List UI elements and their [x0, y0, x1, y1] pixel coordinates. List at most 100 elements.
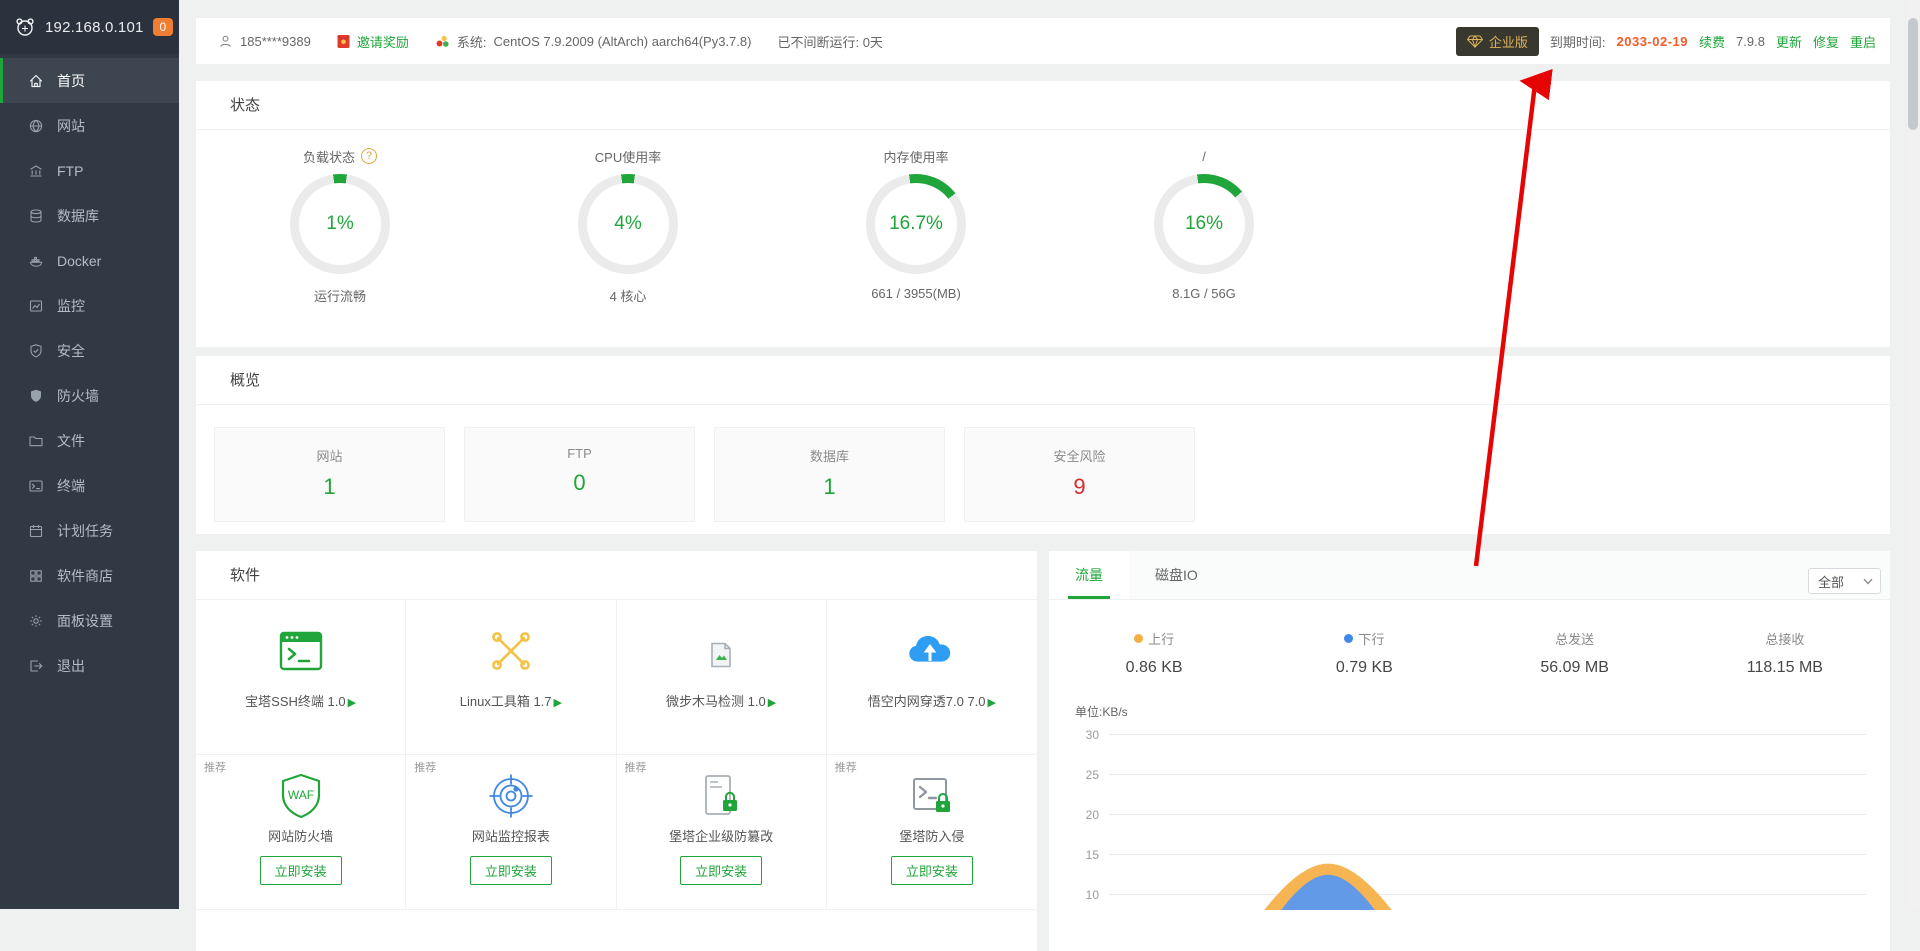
overview-card-database[interactable]: 数据库 1 [714, 427, 945, 522]
update-link[interactable]: 更新 [1776, 32, 1802, 51]
traffic-chart: 单位:KB/s 30 25 20 15 10 [1073, 703, 1870, 910]
app-waf[interactable]: 推荐 WAF 网站防火墙 立即安装 [196, 755, 406, 910]
diamond-icon [1467, 35, 1483, 48]
toolbox-icon [488, 630, 534, 676]
stat-value: 118.15 MB [1680, 659, 1890, 677]
message-count-badge[interactable]: 0 [153, 18, 174, 36]
overview-cards: 网站 1 FTP 0 数据库 1 安全风险 9 [196, 405, 1890, 522]
disk-gauge-ring: 16% [1154, 174, 1254, 274]
help-icon[interactable]: ? [361, 148, 377, 164]
app-monitor-report[interactable]: 推荐 网站监控报表 立即安装 [406, 755, 616, 910]
sidebar-item-home[interactable]: 首页 [0, 58, 179, 103]
app-trojan-scan[interactable]: 微步木马检测 1.0▶ [617, 600, 827, 755]
disk-gauge: / 16% 8.1G / 56G [1060, 145, 1348, 305]
stat-upstream: 上行 0.86 KB [1049, 629, 1259, 677]
recommend-tag: 推荐 [204, 759, 226, 775]
sidebar-item-label: 计划任务 [57, 521, 113, 541]
sidebar-item-appstore[interactable]: 软件商店 [0, 553, 179, 598]
recommend-tag: 推荐 [835, 759, 857, 775]
app-run-icon[interactable]: ▶ [348, 697, 356, 709]
sidebar-item-label: 文件 [57, 431, 85, 451]
panel-version: 7.9.8 [1736, 34, 1765, 49]
overview-card-value: 9 [965, 474, 1194, 500]
renew-link[interactable]: 续费 [1699, 32, 1725, 51]
ssh-terminal-icon [278, 630, 324, 676]
cpu-gauge-sub: 4 核心 [484, 286, 772, 305]
tab-disk-io[interactable]: 磁盘IO [1129, 551, 1224, 599]
sidebar-item-docker[interactable]: Docker [0, 238, 179, 283]
stat-downstream: 下行 0.79 KB [1259, 629, 1469, 677]
invite-reward-link[interactable]: 邀请奖励 [337, 32, 409, 51]
traffic-filter-select[interactable]: 全部 [1808, 568, 1881, 594]
load-gauge-ring: 1% [290, 174, 390, 274]
sidebar-item-security[interactable]: 安全 [0, 328, 179, 373]
overview-card-risk[interactable]: 安全风险 9 [964, 427, 1195, 522]
user-account[interactable]: 185****9389 [218, 34, 311, 49]
sidebar-item-logout[interactable]: 退出 [0, 643, 179, 688]
sidebar-item-settings[interactable]: 面板设置 [0, 598, 179, 643]
sidebar-item-label: 退出 [57, 656, 85, 676]
sidebar-item-website[interactable]: 网站 [0, 103, 179, 148]
software-grid: 宝塔SSH终端 1.0▶ Linux工具箱 1.7▶ [196, 600, 1037, 910]
edition-badge[interactable]: 企业版 [1456, 27, 1539, 56]
terminal-icon [27, 478, 44, 494]
install-button[interactable]: 立即安装 [680, 856, 762, 885]
sidebar-item-cron[interactable]: 计划任务 [0, 508, 179, 553]
memory-gauge-ring: 16.7% [866, 174, 966, 274]
software-section: 软件 宝塔SSH终端 1.0▶ Linux工具箱 [196, 551, 1037, 951]
app-version: 1.0 [328, 694, 346, 709]
app-name: 堡塔防入侵 [827, 826, 1037, 845]
chart-unit-label: 单位:KB/s [1075, 703, 1870, 720]
system-label: 系统: [457, 32, 487, 51]
gear-icon [27, 613, 44, 629]
stat-value: 0.86 KB [1049, 659, 1259, 677]
install-button[interactable]: 立即安装 [260, 856, 342, 885]
software-title: 软件 [196, 551, 1037, 600]
firewall-shield-icon [27, 388, 44, 404]
calendar-icon [27, 523, 44, 539]
sidebar-item-terminal[interactable]: 终端 [0, 463, 179, 508]
install-button[interactable]: 立即安装 [891, 856, 973, 885]
app-tunnel[interactable]: 悟空内网穿透7.0 7.0▶ [827, 600, 1037, 755]
app-run-icon[interactable]: ▶ [988, 697, 996, 709]
shield-check-icon [27, 343, 44, 359]
repair-link[interactable]: 修复 [1813, 32, 1839, 51]
tab-traffic[interactable]: 流量 [1049, 551, 1129, 599]
cpu-gauge: CPU使用率 4% 4 核心 [484, 145, 772, 305]
sidebar-item-monitor[interactable]: 监控 [0, 283, 179, 328]
topbar: 185****9389 邀请奖励 系统: CentOS 7.9.2009 (Al… [196, 18, 1890, 64]
sidebar-item-files[interactable]: 文件 [0, 418, 179, 463]
app-ssh-terminal[interactable]: 宝塔SSH终端 1.0▶ [196, 600, 406, 755]
restart-link[interactable]: 重启 [1850, 32, 1876, 51]
overview-card-ftp[interactable]: FTP 0 [464, 427, 695, 522]
stat-value: 56.09 MB [1470, 659, 1680, 677]
cpu-gauge-value: 4% [578, 174, 678, 274]
sidebar-item-ftp[interactable]: FTP [0, 148, 179, 193]
sidebar-item-database[interactable]: 数据库 [0, 193, 179, 238]
sidebar-item-label: 数据库 [57, 206, 99, 226]
ftp-icon [27, 163, 44, 179]
database-icon [27, 208, 44, 224]
sidebar-item-label: 监控 [57, 296, 85, 316]
overview-card-website[interactable]: 网站 1 [214, 427, 445, 522]
expire-date: 2033-02-19 [1617, 34, 1689, 49]
expire-label: 到期时间: [1550, 32, 1606, 51]
chevron-down-icon [1863, 578, 1873, 585]
overview-card-label: FTP [465, 446, 694, 461]
app-version: 1.0 [748, 694, 766, 709]
app-tamper-proof[interactable]: 推荐 堡塔企业级防篡改 立即安装 [617, 755, 827, 910]
app-intrusion[interactable]: 推荐 堡塔防入侵 立即安装 [827, 755, 1037, 910]
tamper-proof-icon [699, 773, 743, 817]
install-button[interactable]: 立即安装 [470, 856, 552, 885]
sidebar-item-firewall[interactable]: 防火墙 [0, 373, 179, 418]
website-icon [27, 118, 44, 134]
app-run-icon[interactable]: ▶ [768, 697, 776, 709]
panel-logo-icon [14, 16, 36, 38]
trojan-scan-icon [710, 630, 732, 676]
app-linux-toolbox[interactable]: Linux工具箱 1.7▶ [406, 600, 616, 755]
scrollbar-thumb[interactable] [1908, 18, 1918, 130]
overview-card-label: 网站 [215, 446, 444, 465]
app-run-icon[interactable]: ▶ [554, 697, 562, 709]
sidebar-item-label: 网站 [57, 116, 85, 136]
sidebar-item-label: 面板设置 [57, 611, 113, 631]
